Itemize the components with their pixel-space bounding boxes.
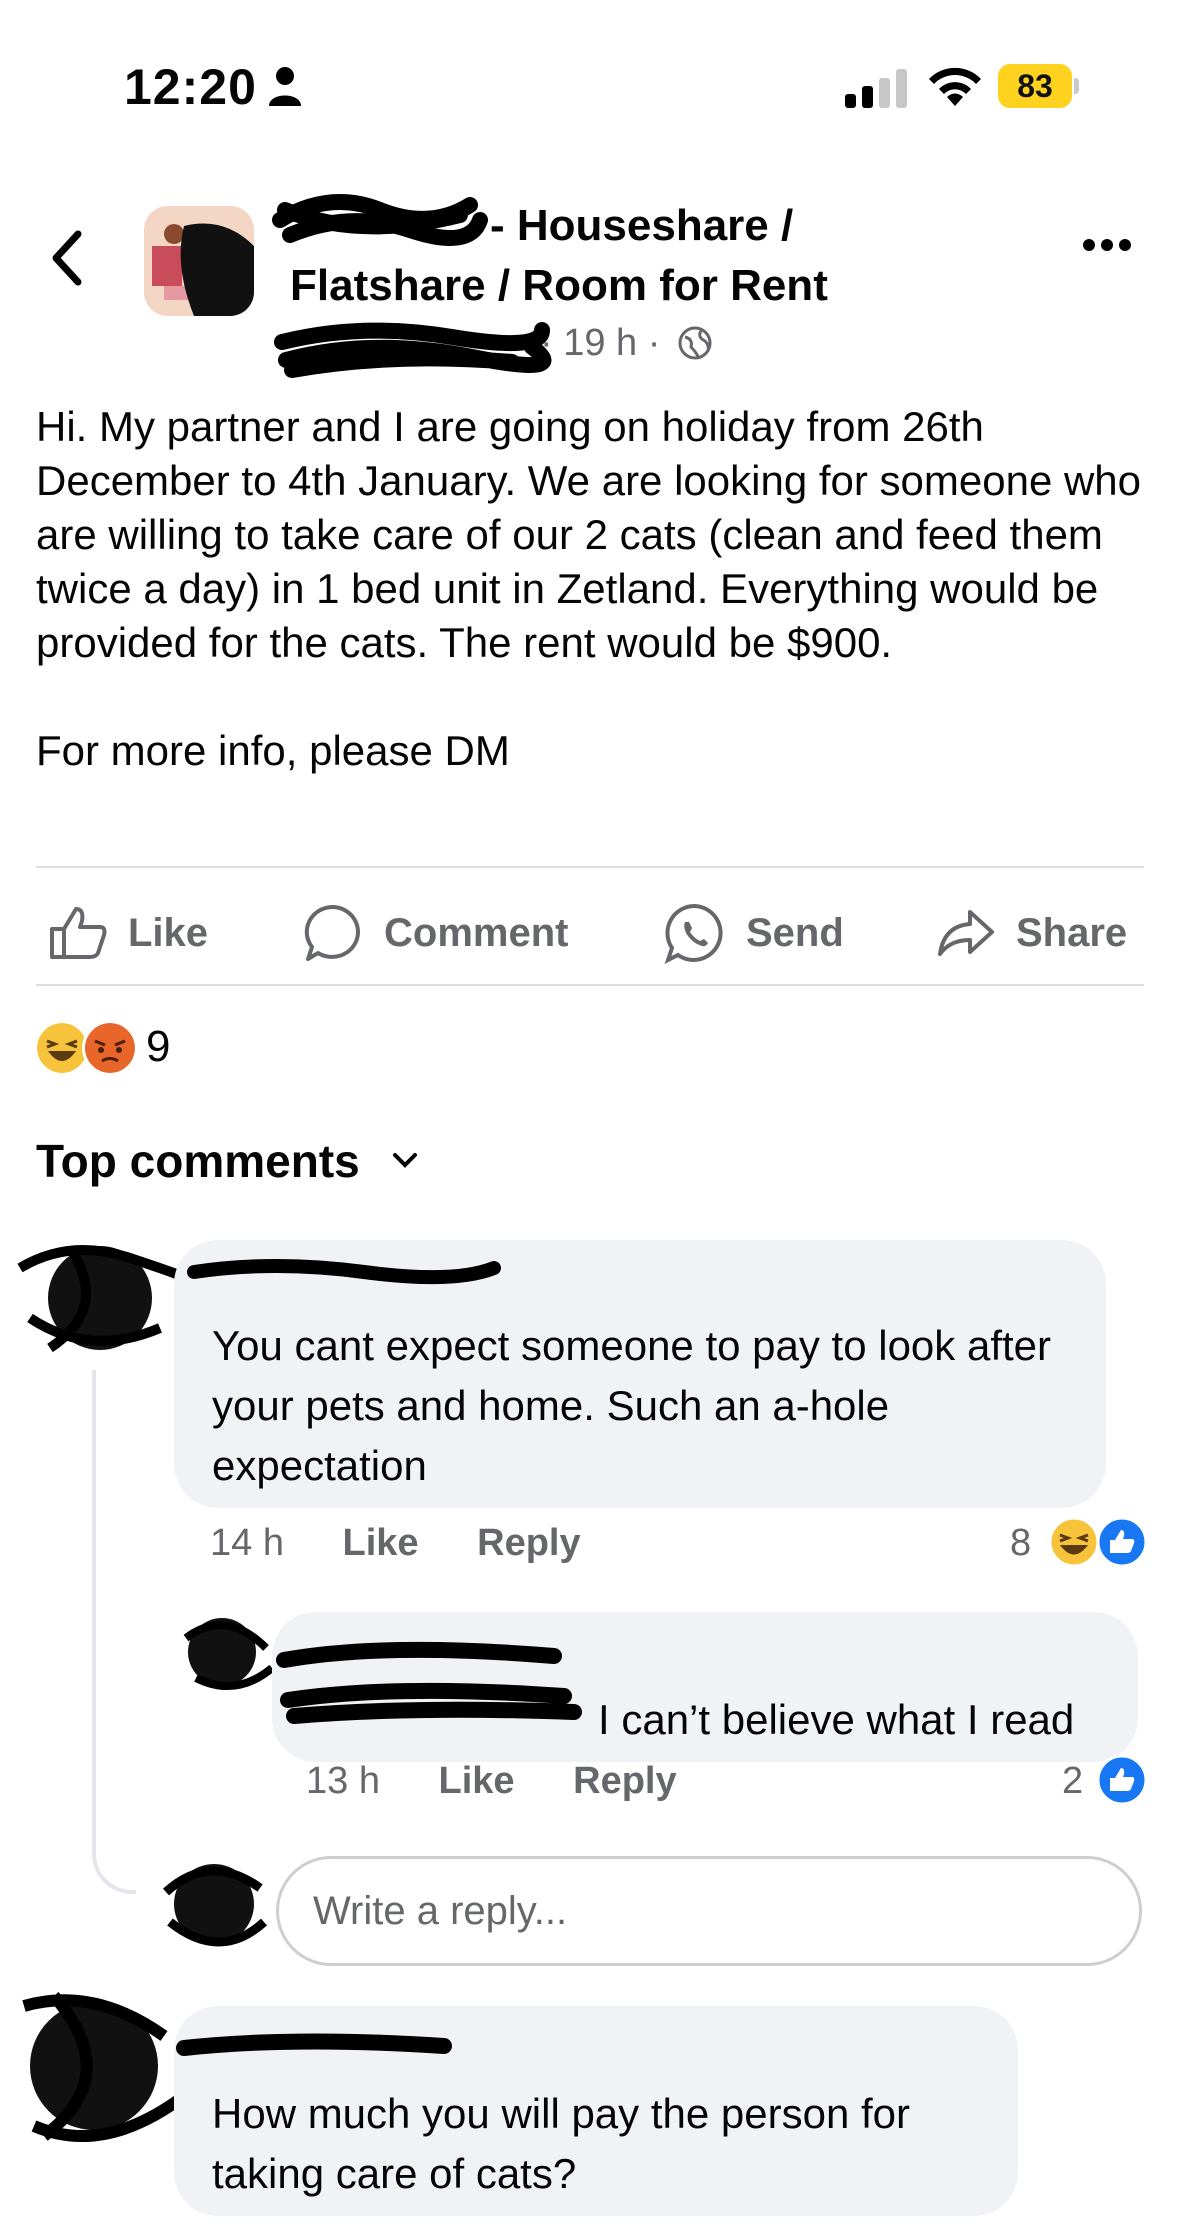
reply-reaction-count[interactable]: 2	[1062, 1760, 1083, 1803]
battery-level: 83	[998, 64, 1072, 108]
status-time: 12:20	[124, 59, 257, 115]
reply-meta: 13 h Like Reply	[306, 1760, 677, 1803]
comment-text: You cant expect someone to pay to look a…	[212, 1322, 1051, 1489]
share-label: Share	[1016, 910, 1128, 955]
like-button[interactable]: Like	[48, 898, 208, 968]
comment-text: How much you will pay the person for tak…	[212, 2090, 910, 2197]
send-button[interactable]: Send	[664, 898, 844, 968]
reaction-count[interactable]: 9	[146, 1022, 170, 1072]
post-meta: · 19 h ·	[540, 322, 713, 365]
group-avatar[interactable]	[144, 206, 254, 316]
comment-button[interactable]: Comment	[304, 898, 568, 968]
battery-nub	[1074, 78, 1079, 94]
like-reaction-icon	[1096, 1754, 1148, 1806]
comment-label: Comment	[384, 910, 569, 955]
person-icon	[269, 67, 301, 106]
redaction-scribble	[187, 1259, 501, 1285]
commenter-avatar[interactable]	[14, 1976, 194, 2156]
cellular-signal-icon	[845, 69, 907, 108]
post-time: · 19 h ·	[540, 322, 661, 364]
comment-meta: 14 h Like Reply	[210, 1522, 581, 1565]
comments-sort-label[interactable]: Top comments	[36, 1134, 360, 1188]
wifi-icon	[929, 67, 981, 106]
reply-avatar[interactable]	[176, 1608, 276, 1698]
share-icon	[938, 910, 994, 956]
divider	[36, 984, 1144, 986]
reply-input-placeholder: Write a reply...	[313, 1889, 568, 1933]
comment-reaction-count[interactable]: 8	[1010, 1522, 1031, 1565]
globe-icon	[678, 326, 712, 360]
comment-time: 14 h	[210, 1522, 284, 1564]
group-avatar-image	[144, 206, 254, 316]
reply-input[interactable]: Write a reply...	[276, 1856, 1142, 1966]
battery-indicator: 83	[998, 64, 1079, 108]
haha-emoji-icon	[1048, 1516, 1100, 1568]
current-user-avatar	[162, 1864, 268, 1947]
comment-bubble[interactable]: You cant expect someone to pay to look a…	[174, 1240, 1106, 1508]
send-label: Send	[746, 910, 844, 955]
whatsapp-icon	[664, 903, 723, 964]
redaction-scribble	[276, 1641, 582, 1724]
redaction-scribble	[274, 322, 552, 378]
reply-bubble[interactable]: I can’t believe what I read	[272, 1612, 1138, 1762]
group-title[interactable]: - Houseshare / Flatshare / Room for Rent	[290, 196, 940, 316]
thumbs-up-icon	[50, 907, 107, 959]
group-title-text: - Houseshare / Flatshare / Room for Rent	[290, 201, 828, 310]
divider	[36, 866, 1144, 868]
like-reaction-icon	[1096, 1516, 1148, 1568]
like-label: Like	[128, 910, 209, 955]
reply-time: 13 h	[306, 1760, 380, 1802]
thread-line	[92, 1370, 136, 1894]
reply-reply-button[interactable]: Reply	[573, 1760, 676, 1802]
reply-like-button[interactable]: Like	[439, 1760, 515, 1802]
comment-like-button[interactable]: Like	[343, 1522, 419, 1564]
commenter-avatar[interactable]	[10, 1228, 190, 1368]
more-options-icon[interactable]	[1082, 238, 1132, 252]
share-button[interactable]: Share	[936, 898, 1127, 968]
reaction-summary[interactable]	[34, 1020, 138, 1084]
comment-bubble[interactable]: How much you will pay the person for tak…	[174, 2006, 1018, 2216]
angry-emoji-icon	[82, 1020, 138, 1076]
chevron-down-icon[interactable]	[392, 1152, 418, 1170]
reply-text: I can’t believe what I read	[598, 1696, 1075, 1743]
back-arrow-icon[interactable]	[50, 230, 84, 286]
comment-icon	[304, 904, 360, 961]
redaction-scribble	[176, 2033, 452, 2056]
post-body: Hi. My partner and I are going on holida…	[36, 403, 1142, 774]
comment-reply-button[interactable]: Reply	[477, 1522, 580, 1564]
